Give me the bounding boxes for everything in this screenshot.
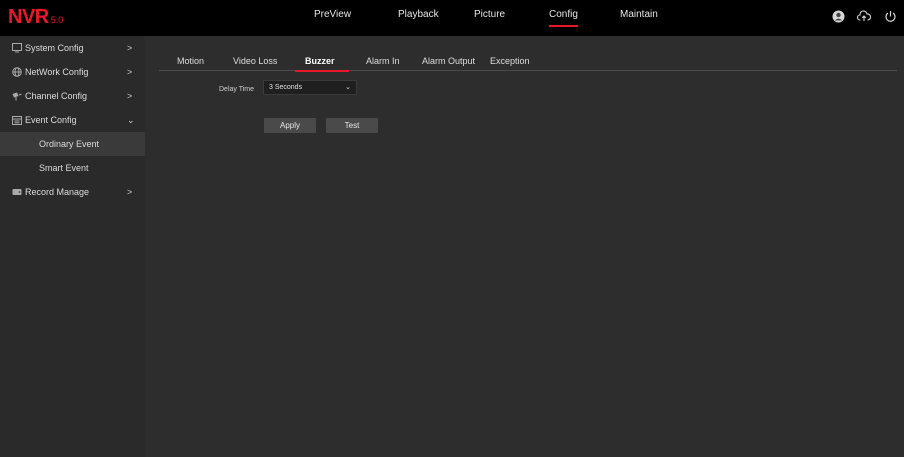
tab-alarm-in[interactable]: Alarm In (366, 56, 400, 66)
tab-alarm-output[interactable]: Alarm Output (422, 56, 475, 66)
chevron-right-icon: > (127, 91, 133, 101)
delay-time-value: 3 Seconds (269, 84, 303, 91)
chevron-right-icon: > (127, 67, 133, 77)
event-tabs: Motion Video Loss Buzzer Alarm In Alarm … (159, 50, 897, 72)
sidebar-item-event-config[interactable]: Event Config ⌄ (0, 108, 145, 132)
nav-playback[interactable]: Playback (398, 9, 439, 20)
sidebar-item-label: Event Config (25, 115, 77, 125)
delay-time-label: Delay Time (219, 86, 255, 93)
sidebar-item-label: NetWork Config (25, 67, 89, 77)
chevron-right-icon: > (127, 187, 133, 197)
sidebar-item-system-config[interactable]: System Config > (0, 36, 145, 60)
power-icon[interactable] (882, 8, 898, 24)
main-nav: PreView Playback Picture Config Maintain (0, 0, 904, 36)
test-button[interactable]: Test (326, 118, 378, 133)
sidebar-item-network-config[interactable]: NetWork Config > (0, 60, 145, 84)
top-icons (830, 8, 898, 24)
delay-time-select[interactable]: 3 Seconds ⌄ (263, 80, 357, 95)
sidebar-item-label: Channel Config (25, 91, 88, 101)
nav-config[interactable]: Config (549, 9, 578, 27)
chevron-down-icon: ⌄ (127, 114, 135, 125)
hdd-icon (12, 189, 22, 195)
chevron-down-icon: ⌄ (345, 84, 351, 91)
top-bar: NVR 5.0 PreView Playback Picture Config … (0, 0, 904, 36)
monitor-icon (12, 43, 22, 53)
sidebar-subitem-smart-event[interactable]: Smart Event (0, 156, 145, 180)
camera-icon (12, 92, 22, 101)
sidebar-item-label: System Config (25, 43, 84, 53)
tab-video-loss[interactable]: Video Loss (233, 56, 277, 66)
sidebar-subitem-ordinary-event[interactable]: Ordinary Event (0, 132, 145, 156)
calendar-icon (12, 116, 22, 125)
sidebar-item-label: Record Manage (25, 187, 90, 197)
nav-preview[interactable]: PreView (314, 9, 351, 20)
sidebar-item-channel-config[interactable]: Channel Config > (0, 84, 145, 108)
cloud-upload-icon[interactable] (856, 8, 872, 24)
apply-button[interactable]: Apply (264, 118, 316, 133)
tab-motion[interactable]: Motion (177, 56, 204, 66)
user-icon[interactable] (830, 8, 846, 24)
sidebar-subitem-label: Smart Event (39, 163, 89, 173)
nav-maintain[interactable]: Maintain (620, 9, 658, 20)
globe-icon (12, 67, 22, 77)
nav-picture[interactable]: Picture (474, 9, 505, 20)
sidebar-item-record-manage[interactable]: Record Manage > (0, 180, 145, 204)
sidebar: System Config > NetWork Config > Channel… (0, 36, 145, 457)
main-content: Motion Video Loss Buzzer Alarm In Alarm … (145, 36, 904, 457)
tab-exception[interactable]: Exception (490, 56, 530, 66)
sidebar-subitem-label: Ordinary Event (39, 139, 100, 149)
chevron-right-icon: > (127, 43, 133, 53)
tab-buzzer[interactable]: Buzzer (295, 56, 348, 72)
